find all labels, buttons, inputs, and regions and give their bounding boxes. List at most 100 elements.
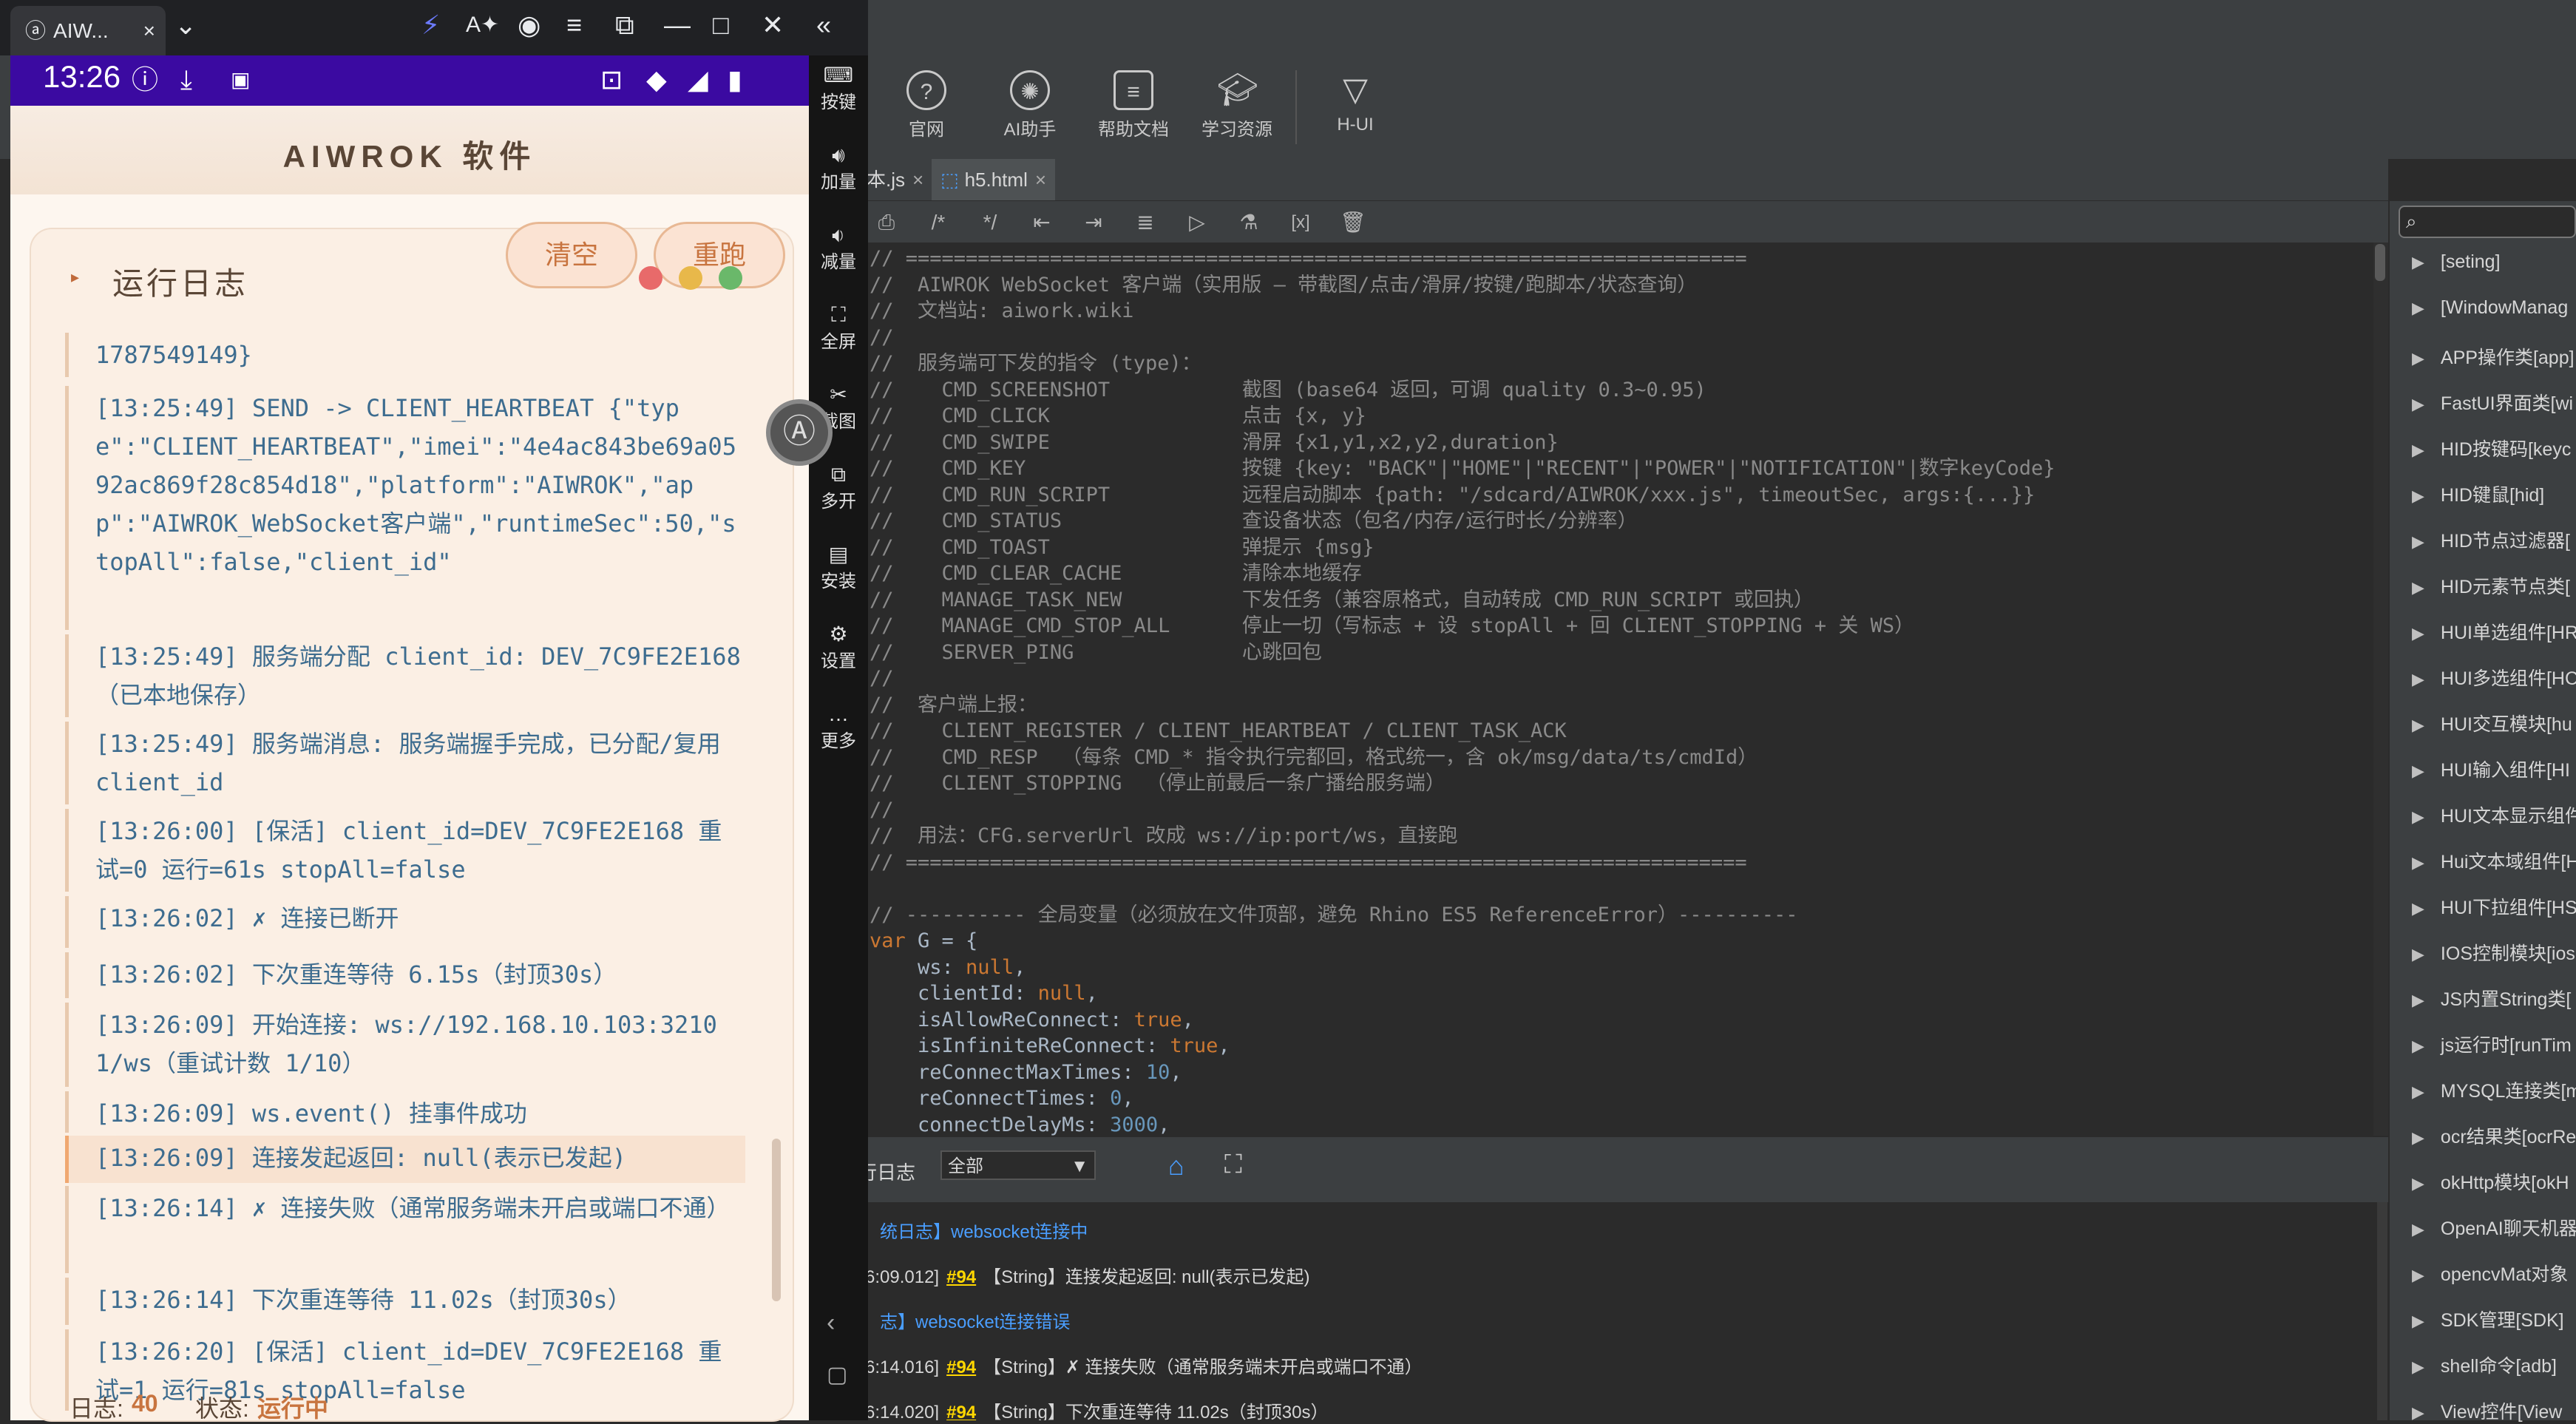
flask-icon[interactable]: ⚗ (1236, 210, 1261, 235)
expand-arrow-icon[interactable]: ▶ (2412, 1403, 2424, 1422)
api-tree-item[interactable]: ▶ HUI输入组件[HI (2412, 756, 2570, 782)
expand-arrow-icon[interactable]: ▶ (2412, 1037, 2424, 1055)
toolbar-h-ui-button[interactable]: ▽ H-UI (1307, 70, 1403, 135)
close-window-icon[interactable]: ✕ (762, 10, 784, 40)
api-tree-item[interactable]: ▶ HUI多选组件[HC (2412, 664, 2576, 691)
uncomment-icon[interactable]: */ (977, 210, 1003, 235)
back-nav-icon[interactable]: ‹ (827, 1309, 835, 1337)
browser-tab[interactable]: ⓐ AIW... × (10, 6, 166, 55)
api-tree-item[interactable]: ▶ MYSQL连接类[m (2412, 1077, 2576, 1103)
expand-arrow-icon[interactable]: ▶ (2412, 532, 2424, 551)
chevron-down-icon[interactable]: ⌄ (174, 10, 197, 40)
expand-arrow-icon[interactable]: ▶ (2412, 1082, 2424, 1101)
code-editor[interactable]: // =====================================… (858, 243, 2373, 1136)
close-icon[interactable]: × (912, 169, 923, 191)
expand-arrow-icon[interactable]: ▶ (2412, 853, 2424, 872)
indent-left-icon[interactable]: ⇤ (1029, 210, 1054, 235)
clear-button[interactable]: 清空 (506, 222, 637, 288)
maximize-icon[interactable]: □ (713, 10, 729, 40)
api-tree-item[interactable]: ▶ FastUI界面类[wi (2412, 389, 2573, 416)
lightning-icon[interactable]: ⚡ (421, 10, 440, 40)
log-line-tag[interactable]: #94 (946, 1403, 976, 1420)
toolbar-official-site-button[interactable]: ? 官网 (878, 70, 975, 140)
side-button-keyboard[interactable]: ⌨ 按键 (809, 64, 868, 113)
log-filter-select[interactable]: 全部 ▼ (940, 1150, 1096, 1180)
screenshot-icon[interactable]: ⛶ (1224, 1150, 1242, 1179)
api-tree-item[interactable]: ▶ JS内置String类[ (2412, 985, 2571, 1011)
expand-arrow-icon[interactable]: ▶ (2412, 716, 2424, 734)
expand-arrow-icon[interactable]: ▶ (2412, 1220, 2424, 1238)
broom-icon[interactable]: ⌂ (1168, 1150, 1184, 1181)
expand-arrow-icon[interactable]: ▶ (2412, 1174, 2424, 1193)
api-tree-item[interactable]: ▶ HUI文本显示组件 (2412, 801, 2576, 828)
collapse-left-icon[interactable]: « (816, 10, 831, 40)
expand-arrow-icon[interactable]: ▶ (2412, 395, 2424, 413)
expand-arrow-icon[interactable]: ▶ (2412, 1266, 2424, 1284)
external-window-icon[interactable]: ⧉ (615, 10, 634, 40)
account-icon[interactable]: ◉ (518, 10, 540, 40)
api-tree-item[interactable]: ▶ HID节点过滤器[ (2412, 526, 2570, 553)
api-tree-item[interactable]: ▶ IOS控制模块[ios (2412, 939, 2575, 966)
expand-triangle-icon[interactable]: ▸ (71, 268, 79, 287)
side-button-more[interactable]: … 更多 (809, 702, 868, 752)
expand-arrow-icon[interactable]: ▶ (2412, 807, 2424, 826)
api-tree-item[interactable]: ▶ okHttp模块[okH (2412, 1168, 2569, 1195)
toolbar-ai-assistant-button[interactable]: ✺ AI助手 (982, 70, 1078, 140)
expand-arrow-icon[interactable]: ▶ (2412, 578, 2424, 597)
side-button-volume-down[interactable]: 🔉︎ 减量 (809, 223, 868, 273)
side-button-fullscreen[interactable]: ⛶ 全屏 (809, 303, 868, 353)
side-button-volume-up[interactable]: 🔊︎ 加量 (809, 143, 868, 193)
log-line-tag[interactable]: #94 (946, 1357, 976, 1377)
run-icon[interactable]: ▷ (1184, 210, 1210, 235)
indent-right-icon[interactable]: ⇥ (1081, 210, 1106, 235)
floating-assist-ball-icon[interactable]: Ⓐ (766, 399, 833, 466)
minimize-icon[interactable]: — (664, 10, 691, 40)
expand-arrow-icon[interactable]: ▶ (2412, 1128, 2424, 1147)
comment-icon[interactable]: /* (926, 210, 951, 235)
expand-arrow-icon[interactable]: ▶ (2412, 899, 2424, 918)
phone-scrollbar[interactable] (772, 1139, 781, 1301)
api-tree-item[interactable]: ▶ HUI下拉组件[HS (2412, 893, 2576, 920)
expand-arrow-icon[interactable]: ▶ (2412, 1312, 2424, 1330)
print-icon[interactable]: ⎙ (874, 210, 899, 235)
api-tree-item[interactable]: ▶ opencvMat对象 (2412, 1260, 2568, 1286)
editor-scrollbar[interactable] (2373, 243, 2388, 1136)
side-button-apk-install[interactable]: ▤ 安装 (809, 543, 868, 592)
toolbar-help-docs-button[interactable]: ≡ 帮助文档 (1085, 70, 1182, 140)
side-button-multi-open[interactable]: ⧉ 多开 (809, 463, 868, 512)
expand-arrow-icon[interactable]: ▶ (2412, 441, 2424, 459)
trash-icon[interactable]: 🗑︎ (1340, 210, 1366, 235)
api-tree-item[interactable]: ▶ APP操作类[app] (2412, 343, 2575, 370)
expand-arrow-icon[interactable]: ▶ (2412, 1357, 2424, 1376)
expand-arrow-icon[interactable]: ▶ (2412, 762, 2424, 780)
expand-arrow-icon[interactable]: ▶ (2412, 253, 2424, 271)
api-tree-item[interactable]: ▶ [WindowManag (2412, 297, 2568, 319)
api-tree-item[interactable]: ▶ Hui文本域组件[H (2412, 847, 2576, 874)
close-icon[interactable]: × (1035, 169, 1046, 191)
menu-icon[interactable]: ≡ (566, 10, 582, 40)
tab-script-js[interactable]: 本.js × (858, 159, 932, 200)
api-tree-item[interactable]: ▶ HUI交互模块[hu (2412, 710, 2572, 736)
api-tree-item[interactable]: ▶ OpenAI聊天机器 (2412, 1214, 2576, 1241)
expand-arrow-icon[interactable]: ▶ (2412, 486, 2424, 505)
api-tree-item[interactable]: ▶ HUI单选组件[HR (2412, 618, 2576, 645)
editor-scroll-thumb[interactable] (2375, 244, 2385, 281)
log-scrollbar[interactable] (2377, 1202, 2387, 1420)
log-line-tag[interactable]: #94 (946, 1267, 976, 1287)
api-search-input[interactable]: ⌕ (2399, 206, 2576, 238)
format-icon[interactable]: ≣ (1133, 210, 1158, 235)
close-icon[interactable]: × (143, 6, 155, 55)
expand-arrow-icon[interactable]: ▶ (2412, 991, 2424, 1009)
variable-icon[interactable]: [x] (1288, 210, 1313, 235)
expand-arrow-icon[interactable]: ▶ (2412, 299, 2424, 317)
home-nav-icon[interactable]: ▢ (827, 1362, 847, 1388)
tab-h5-html[interactable]: ⬚ h5.html × (932, 159, 1056, 200)
toolbar-learning-button[interactable]: 🎓︎ 学习资源 (1189, 70, 1285, 140)
api-tree-item[interactable]: ▶ [seting] (2412, 251, 2501, 273)
expand-arrow-icon[interactable]: ▶ (2412, 670, 2424, 688)
side-button-settings[interactable]: ⚙ 设置 (809, 623, 868, 672)
api-tree-item[interactable]: ▶ SDK管理[SDK] (2412, 1306, 2564, 1332)
api-tree-item[interactable]: ▶ HID元素节点类[ (2412, 572, 2570, 599)
api-tree-item[interactable]: ▶ ocr结果类[ocrRe (2412, 1122, 2576, 1149)
expand-arrow-icon[interactable]: ▶ (2412, 945, 2424, 963)
